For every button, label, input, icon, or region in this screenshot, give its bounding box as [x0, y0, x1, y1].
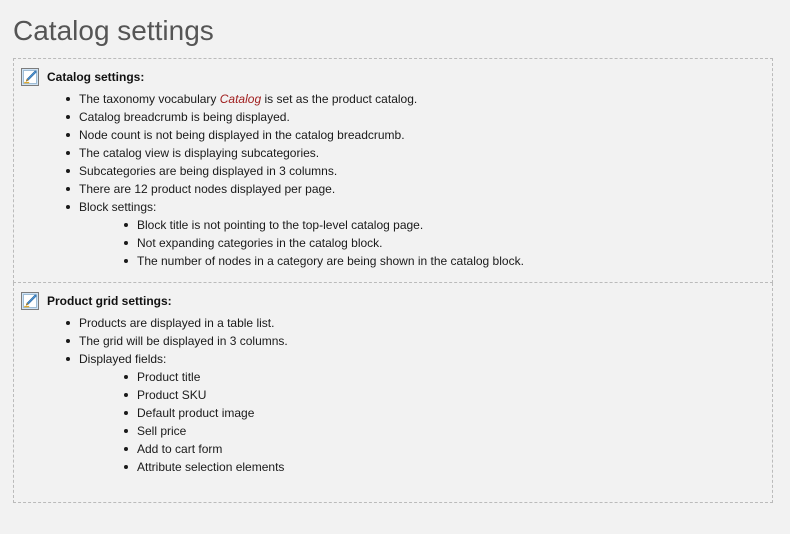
- list-item: The catalog view is displaying subcatego…: [66, 144, 772, 162]
- list-item: Block settings: Block title is not point…: [66, 198, 772, 270]
- product-grid-settings-list: Products are displayed in a table list. …: [14, 314, 772, 476]
- list-item: Subcategories are being displayed in 3 c…: [66, 162, 772, 180]
- panel-header-catalog-settings: Catalog settings:: [14, 67, 772, 87]
- edit-pencil-icon: [21, 292, 39, 310]
- list-item: Displayed fields: Product title Product …: [66, 350, 772, 476]
- panel-header-product-grid-settings: Product grid settings:: [14, 291, 772, 311]
- list-item: The taxonomy vocabulary Catalog is set a…: [66, 90, 772, 108]
- displayed-fields-sublist: Product title Product SKU Default produc…: [79, 368, 772, 476]
- list-item-label: Displayed fields:: [79, 352, 167, 366]
- page-title: Catalog settings: [13, 15, 214, 46]
- list-item: Products are displayed in a table list.: [66, 314, 772, 332]
- list-item: The grid will be displayed in 3 columns.: [66, 332, 772, 350]
- vocabulary-name: Catalog: [219, 92, 262, 106]
- panel-heading-label: Product grid settings:: [47, 294, 172, 308]
- list-item-text-before: The taxonomy vocabulary: [79, 92, 220, 106]
- panel-product-grid-settings: Product grid settings: Products are disp…: [13, 283, 773, 503]
- panel-heading-label: Catalog settings:: [47, 70, 145, 84]
- catalog-settings-list: The taxonomy vocabulary Catalog is set a…: [14, 90, 772, 270]
- list-item: Product title: [124, 368, 772, 386]
- list-item: Catalog breadcrumb is being displayed.: [66, 108, 772, 126]
- list-item: Sell price: [124, 422, 772, 440]
- list-item: Attribute selection elements: [124, 458, 772, 476]
- list-item: Add to cart form: [124, 440, 772, 458]
- list-item: Product SKU: [124, 386, 772, 404]
- list-item: Block title is not pointing to the top-l…: [124, 216, 772, 234]
- list-item: Not expanding categories in the catalog …: [124, 234, 772, 252]
- list-item-text-after: is set as the product catalog.: [261, 92, 418, 106]
- list-item: Node count is not being displayed in the…: [66, 126, 772, 144]
- list-item: There are 12 product nodes displayed per…: [66, 180, 772, 198]
- settings-panels: Catalog settings: The taxonomy vocabular…: [13, 58, 773, 503]
- edit-pencil-icon: [21, 68, 39, 86]
- block-settings-sublist: Block title is not pointing to the top-l…: [79, 216, 772, 270]
- list-item: The number of nodes in a category are be…: [124, 252, 772, 270]
- list-item: Default product image: [124, 404, 772, 422]
- list-item-label: Block settings:: [79, 200, 157, 214]
- panel-catalog-settings: Catalog settings: The taxonomy vocabular…: [13, 58, 773, 283]
